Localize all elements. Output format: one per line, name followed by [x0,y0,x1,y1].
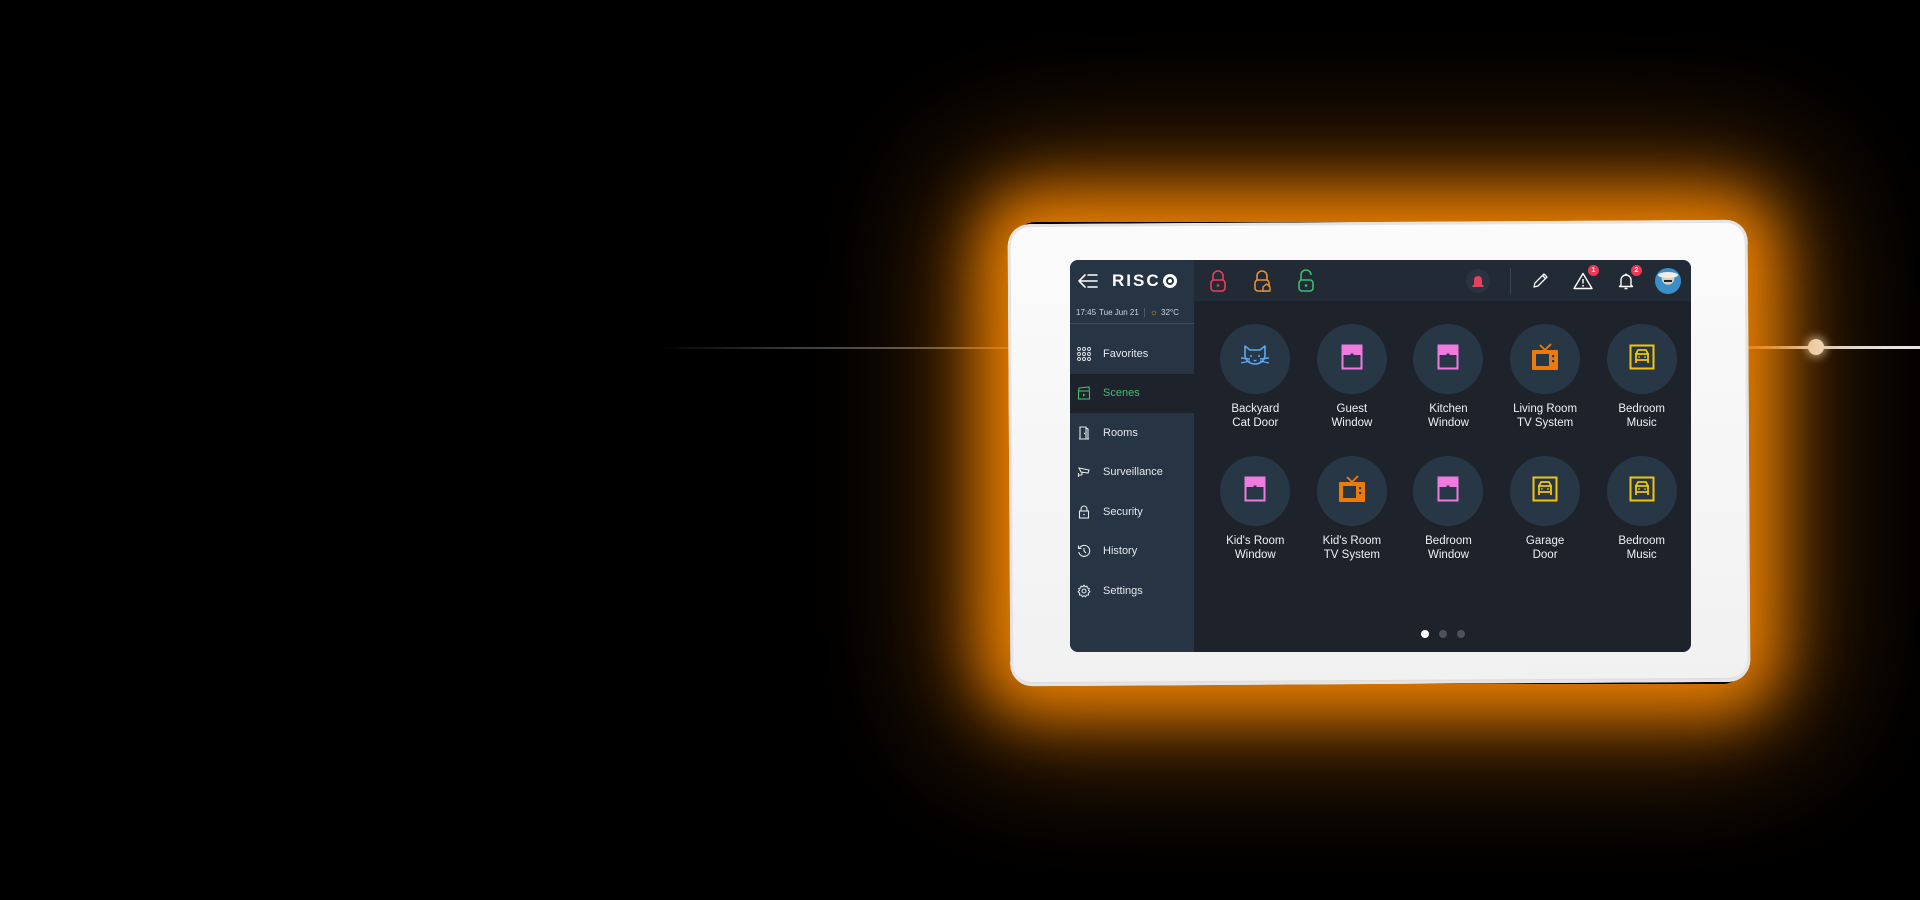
edit-button[interactable] [1526,267,1554,295]
scene-label: Kitchen Window [1428,403,1469,429]
sidebar: RISC 17:45 Tue Jun 21 ☼ 32°C Favorites S… [1070,260,1194,652]
sidebar-item-label: Scenes [1103,387,1140,400]
tv-icon [1530,342,1560,377]
scene-icon-button[interactable] [1316,324,1387,394]
scene-tile[interactable]: Kid's Room TV System [1304,456,1401,562]
sidebar-item-favorites[interactable]: Favorites [1070,334,1194,374]
lock-closed-icon[interactable] [1208,269,1228,293]
scene-tile[interactable]: Garage Door [1497,456,1594,562]
door-icon [1077,426,1091,440]
status-info: 17:45 Tue Jun 21 ☼ 32°C [1070,301,1194,324]
notifications-button[interactable]: 2 [1612,264,1642,295]
siren-icon [1472,275,1484,287]
scene-icon-button[interactable] [1220,324,1291,394]
window-icon [1341,344,1363,375]
garage-car-icon [1629,476,1655,507]
scene-label: Bedroom Music [1618,535,1665,561]
info-divider [1143,307,1145,317]
siren-background [1466,268,1490,293]
sidebar-item-surveillance[interactable]: Surveillance [1070,453,1194,493]
alerts-badge: 1 [1588,264,1599,276]
grid-dots-icon [1077,346,1091,361]
sun-icon: ☼ [1149,307,1159,317]
sidebar-nav: Favorites Scenes Rooms Surveillance Secu… [1070,334,1194,611]
page-dot[interactable] [1420,630,1429,638]
main-content: 1 2 Backyard Cat Door Guest Window Kitch… [1194,260,1691,652]
scene-icon-button[interactable] [1606,324,1677,394]
garage-car-icon [1629,344,1655,375]
lock-home-icon[interactable] [1252,269,1272,293]
tv-icon [1337,474,1367,509]
padlock-icon [1077,505,1091,519]
cat-icon [1240,343,1270,376]
scene-label: Bedroom Music [1618,403,1665,429]
scene-label: Bedroom Window [1425,535,1472,561]
window-icon [1244,476,1266,507]
sidebar-item-settings[interactable]: Settings [1070,571,1194,611]
gear-icon [1077,584,1091,598]
scene-tile[interactable]: Kid's Room Window [1207,456,1304,562]
scene-tile[interactable]: Kitchen Window [1400,324,1497,430]
window-icon [1437,344,1459,375]
menu-collapse-icon[interactable] [1078,273,1098,289]
scene-tile[interactable]: Living Room TV System [1497,324,1594,430]
scene-label: Guest Window [1331,403,1373,429]
scene-icon-button[interactable] [1510,324,1581,394]
sidebar-item-label: History [1103,545,1138,558]
connector-line-left [660,347,1012,349]
scene-label: Garage Door [1525,535,1565,561]
page-dot[interactable] [1438,630,1447,638]
sidebar-item-history[interactable]: History [1070,532,1194,572]
sidebar-header: RISC [1070,260,1194,301]
notifications-badge: 2 [1631,264,1642,276]
scene-icon-button[interactable] [1220,456,1291,526]
connector-line-right [1745,346,1920,349]
pencil-icon [1533,272,1548,288]
scene-tile[interactable]: Bedroom Music [1593,456,1690,562]
clock-time: 17:45 [1076,307,1097,317]
sidebar-item-label: Security [1103,505,1143,518]
camera-icon [1077,465,1091,479]
scene-tile[interactable]: Bedroom Music [1593,324,1690,430]
scene-icon-button[interactable] [1606,456,1677,526]
temperature: 32°C [1161,307,1179,317]
alerts-button[interactable]: 1 [1569,264,1599,295]
clock-date: Tue Jun 21 [1099,307,1139,317]
history-icon [1077,544,1091,558]
logo-text: RISC [1112,270,1161,290]
scene-label: Backyard Cat Door [1231,403,1280,429]
user-avatar[interactable] [1655,267,1681,294]
scene-label: Kid's Room TV System [1322,535,1382,561]
garage-car-icon [1532,476,1558,507]
window-icon [1437,476,1459,507]
sidebar-item-rooms[interactable]: Rooms [1070,413,1194,453]
sidebar-item-label: Surveillance [1103,466,1163,479]
risco-logo: RISC [1112,271,1177,291]
page-dot[interactable] [1456,630,1465,638]
scene-icon-button[interactable] [1510,456,1581,526]
scene-label: Kid's Room Window [1226,535,1285,561]
clapperboard-icon [1077,386,1091,400]
sidebar-item-label: Settings [1103,584,1143,597]
scene-label: Living Room TV System [1513,403,1578,429]
topbar-divider [1510,267,1511,294]
scene-icon-button[interactable] [1316,456,1387,526]
connector-node [1808,339,1824,355]
sidebar-item-security[interactable]: Security [1070,492,1194,532]
scene-tile[interactable]: Backyard Cat Door [1207,324,1304,430]
sidebar-item-scenes[interactable]: Scenes [1070,373,1194,413]
scene-icon-button[interactable] [1413,324,1484,394]
sidebar-item-label: Favorites [1103,347,1149,360]
sidebar-item-label: Rooms [1103,426,1138,439]
logo-mark-icon [1162,273,1177,288]
top-bar: 1 2 [1194,260,1691,301]
page-indicator [1194,630,1691,638]
scene-tile[interactable]: Bedroom Window [1400,456,1497,562]
siren-button[interactable] [1464,267,1492,295]
scene-tile[interactable]: Guest Window [1304,324,1401,430]
panel-screen: RISC 17:45 Tue Jun 21 ☼ 32°C Favorites S… [1070,260,1691,652]
scene-icon-button[interactable] [1413,456,1484,526]
lock-open-icon[interactable] [1296,268,1316,293]
scenes-grid: Backyard Cat Door Guest Window Kitchen W… [1194,301,1691,562]
